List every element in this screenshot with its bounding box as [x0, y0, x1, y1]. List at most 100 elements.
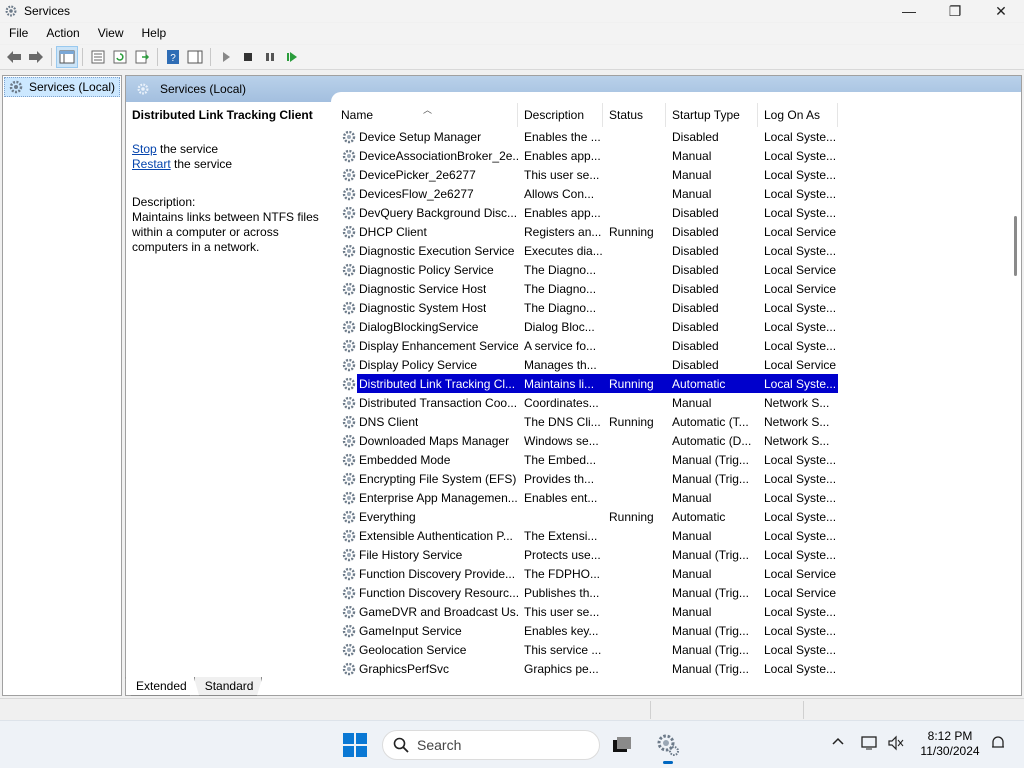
service-description: A service fo... — [524, 338, 597, 353]
table-row[interactable]: Extensible Authentication P... The Extens… — [339, 526, 1007, 545]
status-segment — [803, 701, 1023, 719]
menu-view[interactable]: View — [89, 23, 133, 44]
service-startup-type: Manual (Trig... — [672, 623, 749, 638]
windows-start-icon[interactable] — [343, 733, 367, 757]
notification-bell-icon[interactable] — [990, 735, 1006, 751]
service-description: Enables app... — [524, 148, 601, 163]
tab-extended[interactable]: Extended — [125, 677, 196, 696]
service-log-on-as: Local Syste... — [764, 604, 837, 619]
minimize-button[interactable]: — — [886, 0, 932, 22]
properties-button[interactable] — [87, 46, 109, 68]
table-row[interactable]: Encrypting File System (EFS) Provides th.… — [339, 469, 1007, 488]
service-log-on-as: Local Service — [764, 566, 837, 581]
table-row[interactable]: Diagnostic Policy Service The Diagno... Di… — [339, 260, 1007, 279]
forward-button[interactable] — [25, 46, 47, 68]
service-name: Distributed Link Tracking Cl... — [359, 376, 516, 391]
table-row[interactable]: Everything Running Automatic Local Syste... — [339, 507, 1007, 526]
service-name-cell: Display Policy Service — [339, 357, 518, 373]
menu-action[interactable]: Action — [37, 23, 88, 44]
table-row[interactable]: DHCP Client Registers an... Running Disable… — [339, 222, 1007, 241]
close-button[interactable]: ✕ — [978, 0, 1024, 22]
network-icon[interactable] — [861, 735, 879, 751]
stop-service-link[interactable]: Stop — [132, 142, 157, 156]
service-gear-icon — [341, 224, 357, 240]
service-log-on-as: Local Service — [764, 585, 837, 600]
volume-muted-icon[interactable] — [887, 735, 905, 751]
table-row[interactable]: DialogBlockingService Dialog Bloc... Disab… — [339, 317, 1007, 336]
service-name: GraphicsPerfSvc — [359, 661, 450, 676]
menu-help[interactable]: Help — [133, 23, 176, 44]
service-gear-icon — [341, 528, 357, 544]
start-service-button[interactable] — [215, 46, 237, 68]
service-description: Allows Con... — [524, 186, 595, 201]
help-button[interactable]: ? — [162, 46, 184, 68]
service-description: The Embed... — [524, 452, 597, 467]
service-name: File History Service — [359, 547, 463, 562]
table-row[interactable]: GameDVR and Broadcast Us... This user se.… — [339, 602, 1007, 621]
table-row[interactable]: Display Enhancement Service A service fo.… — [339, 336, 1007, 355]
table-row[interactable]: DevQuery Background Disc... Enables app..… — [339, 203, 1007, 222]
service-startup-type: Disabled — [672, 338, 719, 353]
column-header-log-on-as[interactable]: Log On As — [758, 103, 838, 127]
menu-file[interactable]: File — [0, 23, 37, 44]
table-row[interactable]: DevicesFlow_2e6277 Allows Con... Manual Loc… — [339, 184, 1007, 203]
services-list[interactable]: ︿ Name Description Status Startup Type L… — [339, 103, 1007, 679]
back-button[interactable] — [3, 46, 25, 68]
table-row[interactable]: Geolocation Service This service ... Manua… — [339, 640, 1007, 659]
column-header-startup-type[interactable]: Startup Type — [666, 103, 758, 127]
service-startup-type: Manual (Trig... — [672, 547, 749, 562]
table-row[interactable]: Device Setup Manager Enables the ... Disab… — [339, 127, 1007, 146]
taskbar-search[interactable]: Search — [382, 730, 600, 760]
table-row[interactable]: Enterprise App Managemen... Enables ent..… — [339, 488, 1007, 507]
service-log-on-as: Network S... — [764, 433, 830, 448]
restart-service-button[interactable] — [281, 46, 303, 68]
maximize-button[interactable]: ❐ — [932, 0, 978, 22]
show-console-tree-button[interactable] — [56, 46, 78, 68]
table-row[interactable]: File History Service Protects use... Manua… — [339, 545, 1007, 564]
table-row[interactable]: GraphicsPerfSvc Graphics pe... Manual (Tri… — [339, 659, 1007, 678]
task-view-button[interactable] — [608, 731, 636, 759]
chevron-up-icon[interactable] — [832, 735, 844, 747]
tree-item-services-local[interactable]: Services (Local) — [4, 77, 120, 97]
service-name-cell: File History Service — [339, 547, 518, 563]
table-row[interactable]: Embedded Mode The Embed... Manual (Trig...… — [339, 450, 1007, 469]
table-row[interactable]: Distributed Transaction Coo... Coordinate… — [339, 393, 1007, 412]
table-row[interactable]: GameInput Service Enables key... Manual (T… — [339, 621, 1007, 640]
system-clock[interactable]: 8:12 PM 11/30/2024 — [915, 729, 985, 759]
restart-link-suffix: the service — [170, 157, 233, 171]
search-placeholder: Search — [417, 737, 462, 753]
export-icon — [135, 50, 150, 64]
table-row[interactable]: DeviceAssociationBroker_2e... Enables app… — [339, 146, 1007, 165]
column-header-name[interactable]: ︿ Name — [339, 103, 518, 127]
table-row[interactable]: Function Discovery Resourc... Publishes t… — [339, 583, 1007, 602]
table-row[interactable]: Display Policy Service Manages th... Disab… — [339, 355, 1007, 374]
taskbar-services-app[interactable] — [654, 731, 682, 764]
show-action-pane-button[interactable] — [184, 46, 206, 68]
stop-service-button[interactable] — [237, 46, 259, 68]
export-list-button[interactable] — [131, 46, 153, 68]
restart-service-link[interactable]: Restart — [132, 157, 171, 171]
table-row[interactable]: Distributed Link Tracking Cl... Maintains… — [339, 373, 1007, 394]
service-name: Distributed Transaction Coo... — [359, 395, 518, 410]
column-header-status[interactable]: Status — [603, 103, 666, 127]
table-row[interactable]: Diagnostic Service Host The Diagno... Disa… — [339, 279, 1007, 298]
service-name-cell: Diagnostic Service Host — [339, 281, 518, 297]
table-row[interactable]: Function Discovery Provide... The FDPHO..… — [339, 564, 1007, 583]
table-row[interactable]: Downloaded Maps Manager Windows se... Auto… — [339, 431, 1007, 450]
toolbar-separator — [51, 48, 52, 66]
service-startup-type: Automatic (T... — [672, 414, 749, 429]
clock-time: 8:12 PM — [927, 729, 973, 743]
table-row[interactable]: DNS Client The DNS Cli... Running Automatic… — [339, 412, 1007, 431]
service-name-cell: Downloaded Maps Manager — [339, 433, 518, 449]
vertical-scrollbar-thumb[interactable] — [1014, 216, 1017, 276]
pause-service-button[interactable] — [259, 46, 281, 68]
column-header-description[interactable]: Description — [518, 103, 603, 127]
table-row[interactable]: Diagnostic System Host The Diagno... Disab… — [339, 298, 1007, 317]
service-description: Maintains li... — [524, 376, 595, 391]
service-description: Registers an... — [524, 224, 602, 239]
description-panel: Distributed Link Tracking Client Stop th… — [132, 108, 332, 255]
table-row[interactable]: Diagnostic Execution Service Executes dia… — [339, 241, 1007, 260]
refresh-button[interactable] — [109, 46, 131, 68]
table-row[interactable]: DevicePicker_2e6277 This user se... Manual… — [339, 165, 1007, 184]
tab-standard[interactable]: Standard — [193, 677, 263, 696]
